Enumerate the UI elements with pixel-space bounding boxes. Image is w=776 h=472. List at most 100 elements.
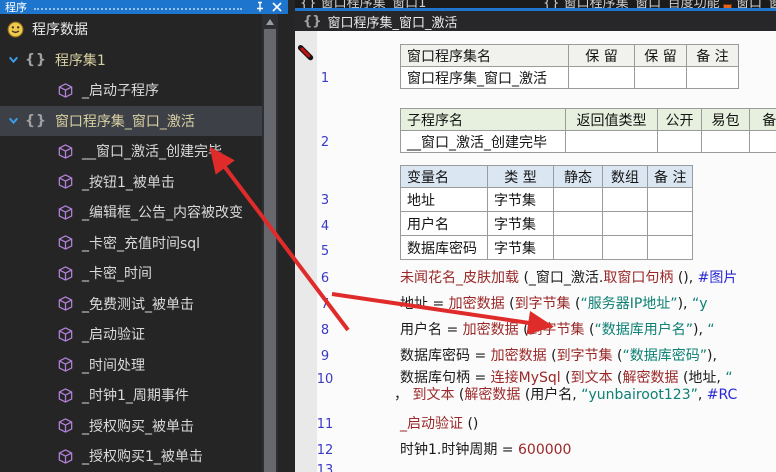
code-token: _启动验证 [400,416,463,432]
table-cell[interactable] [701,130,750,153]
tree-item-label: _启动子程序 [82,83,159,100]
braces-icon: {} [303,13,322,29]
tree-item[interactable]: _时钟1_周期事件 [0,380,262,411]
code-token: 解密数据 [464,387,521,403]
tree-item-label: _编辑框_公告_内容被改变 [82,205,243,222]
code-line-10[interactable]: 数据库句柄 = 连接MySql (到文本 (解密数据 (地址, “ [400,369,733,387]
table-cell[interactable] [657,130,702,153]
table-cell[interactable]: 窗口程序集_窗口_激活 [400,66,569,89]
table-cell[interactable] [634,66,687,89]
table-cell[interactable]: __窗口_激活_创建完毕 [400,130,566,153]
code-line-11[interactable]: _启动验证 () [400,415,478,433]
chevron-down-icon[interactable] [7,53,20,66]
code-line-9[interactable]: 数据库密码 = 加密数据 (到字节集 (“数据库密码”), [400,347,717,365]
scrollbar-thumb[interactable] [264,29,276,472]
declaration-table-0: 窗口程序集名保 留保 留备 注窗口程序集_窗口_激活 [400,44,739,89]
line-number: 2 [320,135,330,150]
code-token: “y [691,296,708,312]
code-token: 加密数据 [490,348,547,364]
tree-item[interactable]: _按钮1_被单击 [0,167,262,198]
tree-item[interactable]: _启动验证 [0,319,262,350]
table-cell[interactable]: 用户名 [400,211,488,236]
code-line-6[interactable]: 未闻花名_皮肤加载 (_窗口_激活.取窗口句柄 (), #图片 [400,269,737,287]
line-number: 10 [316,372,334,387]
tree-item[interactable]: _启动子程序 [0,75,262,106]
table-header-cell: 子程序名 [400,108,566,131]
scroll-up-icon[interactable] [266,19,274,25]
tree-item[interactable]: {} 程序集1 [0,45,262,76]
table-cell[interactable]: 字节集 [487,211,554,236]
table-cell[interactable] [602,235,648,260]
tree-item[interactable]: 程序数据 [0,14,262,45]
code-token: ), [693,322,708,338]
tab-window1[interactable]: {} 窗口程序集_窗口1 [300,0,426,8]
tree-item[interactable]: _免费测试_被单击 [0,289,262,320]
code-token: (), [673,270,698,286]
method-cube-icon [58,235,73,251]
tree-item[interactable]: _授权购买1_被单击 [0,441,262,472]
tree-item-label: _启动验证 [82,327,145,344]
active-tab[interactable]: {} 窗口程序集_窗口_激活 [295,11,776,31]
line-number: 1 [320,71,330,86]
table-cell[interactable]: 数据库密码 [400,235,488,260]
code-token: (_窗口_激活. [519,270,604,286]
tab-window-window[interactable]: 窗口_窗口 [723,0,776,8]
table-header-cell: 公开 [657,108,702,131]
code-token: ( [612,348,623,364]
program-panel: 程序 程序数据 {} 程序集1 _启动子程序 {} 窗口程序集_窗口_激活 __窗口_激活_… [0,0,295,472]
table-cell[interactable]: 字节集 [487,187,554,212]
code-token: 到文本 [412,387,455,403]
tree-item[interactable]: _时间处理 [0,350,262,381]
code-line-12[interactable]: 时钟1.时钟周期 = 600000 [400,441,571,459]
declaration-table-1: 子程序名返回值类型公开易包备 注 __窗口_激活_创建完毕 [400,108,776,153]
code-line-8[interactable]: 用户名 = 加密数据 (到字节集 (“数据库用户名”), “ [400,321,715,339]
table-cell[interactable] [553,235,603,260]
tree-scrollbar[interactable] [262,14,278,472]
code-token: ( [518,322,529,338]
table-cell[interactable] [749,130,776,153]
table-cell[interactable] [565,130,658,153]
code-token: 地址 = [400,296,449,312]
table-cell[interactable] [647,187,693,212]
tab-baidu-function[interactable]: {} 窗口程序集_窗口_百度功能 [543,0,720,8]
code-token: 到字节集 [556,348,613,364]
tree-item[interactable]: _编辑框_公告_内容被改变 [0,197,262,228]
table-cell[interactable]: 地址 [400,187,488,212]
close-icon[interactable] [271,1,283,13]
table-cell[interactable] [686,66,739,89]
table-row: 数据库密码 字节集 [400,235,693,260]
method-cube-icon [58,204,73,220]
tree-item[interactable]: _卡密_充值时间sql [0,228,262,259]
chevron-down-icon[interactable] [7,114,20,127]
editor-pane: {} 窗口程序集_窗口1 {} 窗口程序集_窗口_百度功能 窗口_窗口 {} 窗… [295,0,776,472]
code-token: 数据库句柄 = [400,370,491,386]
table-cell[interactable] [568,66,635,89]
tree-item-label: _授权购买1_被单击 [82,449,203,466]
code-token: 解密数据 [622,370,679,386]
tree-item-selected[interactable]: {} 窗口程序集_窗口_激活 [0,105,262,136]
code-token: () [463,416,479,432]
code-line-7[interactable]: 地址 = 加密数据 (到字节集 (“服务器IP地址”), “y [400,295,707,313]
tree-item-label: __窗口_激活_创建完毕 [82,144,222,161]
table-cell[interactable] [602,187,648,212]
code-token: 到字节集 [528,322,585,338]
tree-item[interactable]: __窗口_激活_创建完毕 [0,136,262,167]
table-cell[interactable] [602,211,648,236]
code-token: 加密数据 [448,296,505,312]
table-cell[interactable] [647,211,693,236]
code-token: “ [725,370,733,386]
table-row: 窗口程序集_窗口_激活 [400,66,739,89]
table-cell[interactable] [553,187,603,212]
line-number: 13 [316,463,334,472]
active-tab-label: 窗口程序集_窗口_激活 [327,15,458,31]
code-editor[interactable]: 1 窗口程序集名保 留保 留备 注窗口程序集_窗口_激活 2 子程序名 返回值类型 公开易… [295,31,776,472]
table-cell[interactable] [553,211,603,236]
tree-item[interactable]: _授权购买_被单击 [0,411,262,442]
pin-icon[interactable] [254,1,266,13]
line-number: 3 [320,193,330,208]
tree-item[interactable]: _卡密_时间 [0,258,262,289]
tree-item-label: 程序数据 [32,22,88,39]
table-cell[interactable] [647,235,693,260]
table-cell[interactable]: 字节集 [487,235,554,260]
code-line-10[interactable]: ， 到文本 (解密数据 (用户名, “yunbairoot123”, #RC [394,386,737,404]
